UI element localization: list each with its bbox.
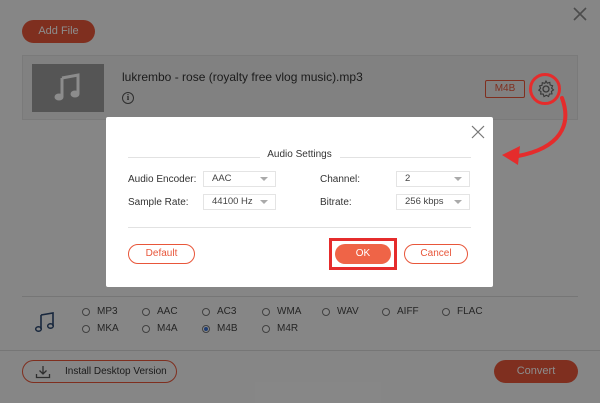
dialog-close-icon[interactable] bbox=[471, 125, 485, 139]
dialog-footer-divider bbox=[128, 227, 471, 228]
default-button[interactable]: Default bbox=[128, 244, 195, 264]
sample-rate-value: 44100 Hz bbox=[212, 196, 253, 207]
channel-label: Channel: bbox=[320, 174, 361, 185]
dialog-title: Audio Settings bbox=[267, 149, 332, 160]
ok-button[interactable]: OK bbox=[335, 244, 391, 264]
audio-encoder-value: AAC bbox=[212, 173, 232, 184]
audio-encoder-select[interactable]: AAC bbox=[203, 171, 276, 187]
bitrate-label: Bitrate: bbox=[320, 197, 352, 208]
channel-value: 2 bbox=[405, 173, 411, 184]
cancel-button[interactable]: Cancel bbox=[404, 244, 468, 264]
audio-encoder-label: Audio Encoder: bbox=[128, 174, 197, 185]
chevron-down-icon bbox=[454, 200, 462, 204]
chevron-down-icon bbox=[260, 177, 268, 181]
chevron-down-icon bbox=[260, 200, 268, 204]
red-arrow-annotation bbox=[502, 96, 568, 165]
channel-select[interactable]: 2 bbox=[396, 171, 470, 187]
audio-settings-dialog: Audio Settings Audio Encoder: AAC Channe… bbox=[106, 117, 493, 287]
sample-rate-select[interactable]: 44100 Hz bbox=[203, 194, 276, 210]
bitrate-value: 256 kbps bbox=[405, 196, 444, 207]
sample-rate-label: Sample Rate: bbox=[128, 197, 189, 208]
bitrate-select[interactable]: 256 kbps bbox=[396, 194, 470, 210]
chevron-down-icon bbox=[454, 177, 462, 181]
